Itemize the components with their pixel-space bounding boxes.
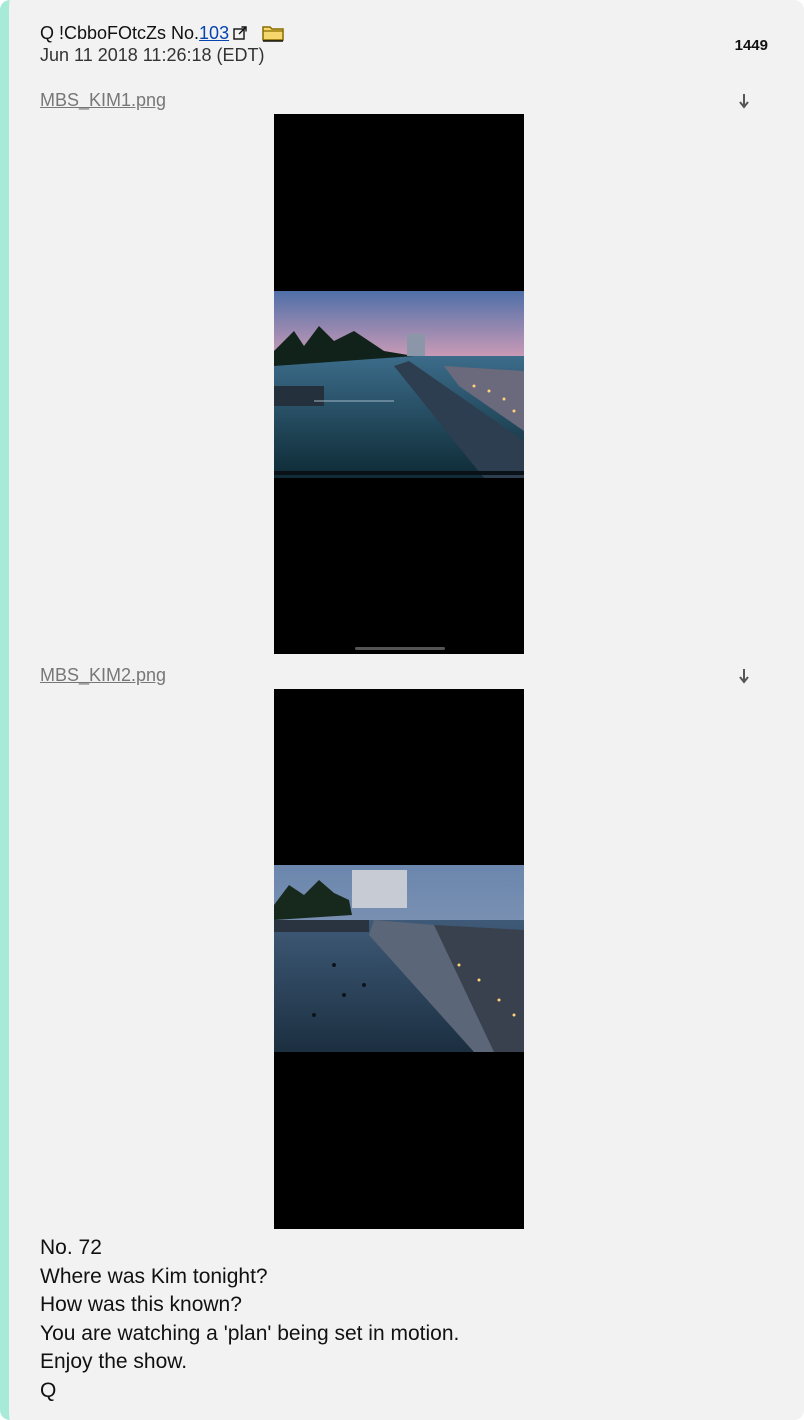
attachment-row-2: MBS_KIM2.png	[40, 665, 760, 689]
attachment-row-1: MBS_KIM1.png	[40, 90, 760, 114]
phone-home-indicator	[355, 647, 445, 650]
attachment-filename[interactable]: MBS_KIM2.png	[40, 665, 166, 685]
download-arrow-icon[interactable]	[738, 92, 750, 110]
message-line: How was this known?	[40, 1293, 242, 1316]
message-line: Where was Kim tonight?	[40, 1264, 268, 1288]
message-line: Q	[40, 1378, 57, 1402]
post-count: 1449	[734, 37, 768, 54]
post-timestamp: Jun 11 2018 11:26:18 (EDT)	[40, 45, 265, 65]
attachment-filename[interactable]: MBS_KIM1.png	[40, 90, 166, 110]
pool-photo-1	[274, 291, 524, 478]
message-line: Enjoy the show.	[40, 1350, 188, 1373]
message-line: You are watching a 'plan' being set in m…	[40, 1321, 460, 1345]
post-message: No. 72 Where was Kim tonight? How was th…	[40, 1234, 459, 1405]
message-line: No. 72	[40, 1236, 102, 1259]
post-number-link[interactable]: 103	[199, 22, 229, 44]
author-name: Q !CbboFOtcZs No.	[40, 23, 200, 43]
author-line: Q !CbboFOtcZs No. 103	[40, 22, 285, 44]
folder-icon[interactable]	[261, 24, 285, 42]
pool-photo-2	[274, 865, 524, 1052]
attachment-image-1[interactable]	[274, 114, 524, 654]
download-arrow-icon[interactable]	[738, 667, 750, 685]
post-header: Q !CbboFOtcZs No. 103 Jun 11 2018 11:26:…	[40, 22, 285, 66]
external-link-icon[interactable]	[233, 26, 247, 40]
post-container: Q !CbboFOtcZs No. 103 Jun 11 2018 11:26:…	[0, 0, 804, 1420]
attachment-image-2[interactable]	[274, 689, 524, 1229]
